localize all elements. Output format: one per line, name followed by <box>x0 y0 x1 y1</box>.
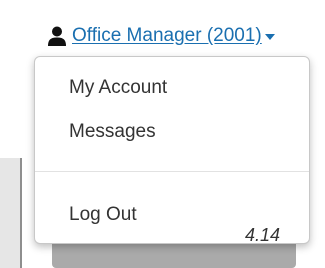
menu-item-log-out[interactable]: Log Out <box>69 204 137 226</box>
menu-divider <box>35 171 309 172</box>
version-label: 4.14 <box>245 225 281 245</box>
user-icon <box>48 26 66 46</box>
background-side-panel <box>0 158 22 268</box>
menu-item-my-account[interactable]: My Account <box>69 77 167 99</box>
menu-item-messages[interactable]: Messages <box>69 121 156 143</box>
user-dropdown-menu: My Account Messages Log Out 4.14 <box>34 56 310 245</box>
user-menu-toggle[interactable]: Office Manager (2001) <box>48 24 275 48</box>
user-menu-label[interactable]: Office Manager (2001) <box>72 25 262 47</box>
caret-down-icon[interactable] <box>264 34 275 40</box>
